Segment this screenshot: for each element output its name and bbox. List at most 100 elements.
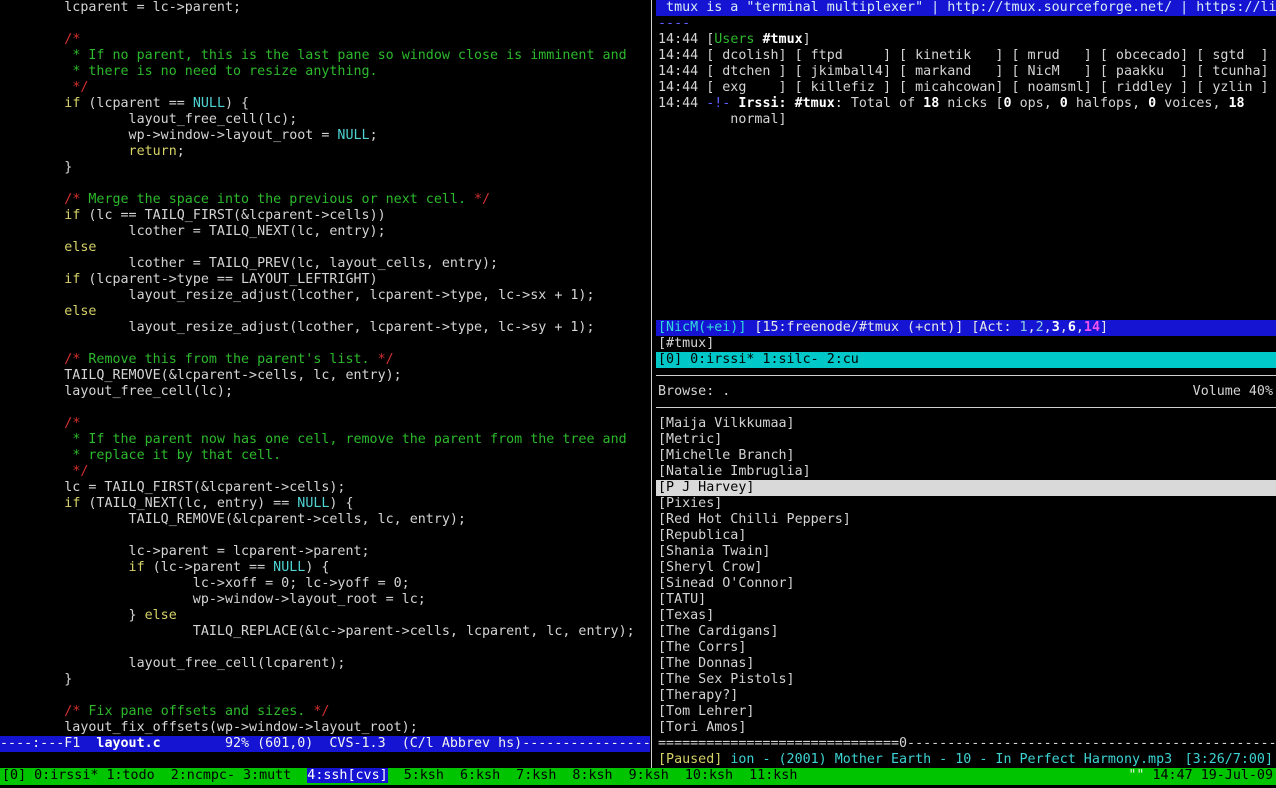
text-segment: 14:44 [ dcolish] [ ftpd ] [ kinetik ] [ …: [658, 48, 1269, 63]
text-segment: * If no parent, this is the last pane so…: [72, 48, 626, 63]
terminal-line: lc = TAILQ_FIRST(&lcparent->cells);: [0, 480, 650, 496]
text-segment: [0, 464, 72, 479]
emacs-pane[interactable]: lcparent = lc->parent; /* * If no parent…: [0, 0, 650, 768]
terminal-line: }: [0, 160, 650, 176]
pane-border-vertical[interactable]: [651, 0, 652, 768]
irssi-input-line[interactable]: [#tmux]: [656, 336, 1276, 352]
list-item-artist[interactable]: [The Corrs]: [656, 640, 1276, 656]
list-item-artist[interactable]: [Sinead O'Connor]: [656, 576, 1276, 592]
tmux-terminal-screen: lcparent = lc->parent; /* * If no parent…: [0, 0, 1276, 788]
list-item-artist[interactable]: [Tori Amos]: [656, 720, 1276, 736]
text-segment: 1: [1020, 320, 1028, 335]
text-segment: [Republica]: [658, 528, 746, 543]
list-item-artist[interactable]: [Red Hot Chilli Peppers]: [656, 512, 1276, 528]
terminal-line: if (lc->parent == NULL) {: [0, 560, 650, 576]
irssi-notice-line: 14:44 -!- Irssi: #tmux: Total of 18 nick…: [656, 96, 1276, 112]
terminal-line: /*: [0, 32, 650, 48]
terminal-line: /*: [0, 416, 650, 432]
list-item-artist[interactable]: [The Sex Pistols]: [656, 672, 1276, 688]
list-item-artist[interactable]: [Maija Vilkkumaa]: [656, 416, 1276, 432]
text-segment: ----:---F1: [0, 736, 96, 751]
text-segment: 0: [1004, 96, 1012, 111]
text-segment: ]: [1100, 320, 1108, 335]
text-segment: ,: [1076, 320, 1084, 335]
text-segment: [Pixies]: [658, 496, 722, 511]
terminal-line: TAILQ_REMOVE(&lcparent->cells, lc, entry…: [0, 512, 650, 528]
text-segment: [787, 96, 795, 111]
text-segment: 18: [1229, 96, 1245, 111]
list-item-artist[interactable]: [Texas]: [656, 608, 1276, 624]
pane-border-horizontal[interactable]: [656, 368, 1276, 384]
list-item-artist[interactable]: [Michelle Branch]: [656, 448, 1276, 464]
ncmpc-pane[interactable]: Browse: .Volume 40% [Maija Vilkkumaa][Met…: [656, 384, 1276, 768]
tmux-status-bar[interactable]: [0] 0:irssi* 1:todo 2:ncmpc- 3:mutt 4:ss…: [0, 768, 1276, 784]
ncmpc-status-line: [Paused] ion - (2001) Mother Earth - 10 …: [656, 752, 1276, 768]
text-segment: wp->window->layout_root = lc;: [0, 592, 426, 607]
emacs-minibuffer[interactable]: [0, 752, 650, 768]
text-segment: [0, 272, 64, 287]
text-segment: ) {: [329, 496, 353, 511]
text-segment: layout.c: [96, 736, 160, 751]
terminal-line: [656, 128, 1276, 144]
terminal-line: else: [0, 304, 650, 320]
text-segment: (TAILQ_NEXT(lc, entry) ==: [80, 496, 297, 511]
list-item-artist-selected[interactable]: [P J Harvey]: [656, 480, 1276, 496]
text-segment: if: [129, 560, 145, 575]
list-item-artist[interactable]: [Sheryl Crow]: [656, 560, 1276, 576]
text-segment: [Metric]: [658, 432, 722, 447]
list-item-artist[interactable]: [Metric]: [656, 432, 1276, 448]
tmux-window-list[interactable]: 5:ksh 6:ksh 7:ksh 8:ksh 9:ksh 10:ksh 11:…: [388, 768, 798, 783]
inner-tmux-statusbar[interactable]: [0] 0:irssi* 1:silc- 2:cu: [656, 352, 1276, 368]
list-item-artist[interactable]: [TATU]: [656, 592, 1276, 608]
text-segment: Users: [714, 32, 754, 47]
text-segment: 6: [1068, 320, 1076, 335]
text-segment: [NicM(+ei)]: [658, 320, 746, 335]
list-item-artist[interactable]: [The Donnas]: [656, 656, 1276, 672]
text-segment: [0, 416, 64, 431]
irssi-statusbar: [NicM(+ei)] [15:freenode/#tmux (+cnt)] […: [656, 320, 1276, 336]
text-segment: ) {: [305, 560, 329, 575]
terminal-line: [0, 640, 650, 656]
tmux-window-tab-current[interactable]: 4:ssh[cvs]: [307, 768, 387, 783]
text-segment: layout_resize_adjust(lcother, lcparent->…: [0, 288, 595, 303]
list-item-artist[interactable]: [Natalie Imbruglia]: [656, 464, 1276, 480]
text-segment: [0, 352, 64, 367]
terminal-line: * If the parent now has one cell, remove…: [0, 432, 650, 448]
tmux-window-list[interactable]: 0:irssi* 1:todo 2:ncmpc- 3:mutt: [34, 768, 307, 783]
terminal-line: [0, 176, 650, 192]
text-segment: tmux is a "terminal multiplexer" | http:…: [658, 0, 1276, 15]
irssi-nick-row: 14:44 [ dcolish] [ ftpd ] [ kinetik ] [ …: [656, 48, 1276, 64]
text-segment: ;: [370, 128, 378, 143]
terminal-line: else: [0, 240, 650, 256]
text-segment: 0: [1060, 96, 1068, 111]
text-segment: else: [64, 304, 96, 319]
text-segment: ) {: [225, 96, 249, 111]
text-segment: [Red Hot Chilli Peppers]: [658, 512, 851, 527]
text-segment: if: [64, 208, 80, 223]
terminal-line: [656, 240, 1276, 256]
text-segment: NULL: [273, 560, 305, 575]
terminal-line: if (TAILQ_NEXT(lc, entry) == NULL) {: [0, 496, 650, 512]
text-segment: [0, 432, 72, 447]
text-segment: 14:44 [ exg ] [ killefiz ] [ micahcowan]…: [658, 80, 1269, 95]
terminal-line: * there is no need to resize anything.: [0, 64, 650, 80]
text-segment: TAILQ_REMOVE(&lcparent->cells, lc, entry…: [0, 368, 402, 383]
text-segment: ==============================0---------…: [658, 736, 1276, 751]
list-item-artist[interactable]: [Republica]: [656, 528, 1276, 544]
text-segment: [0] 0:irssi* 1:silc- 2:cu: [658, 352, 859, 367]
ncmpc-status-line-right: [3:26/7:00]: [1185, 752, 1273, 768]
ncmpc-browse-header: Browse: .Volume 40%: [656, 384, 1276, 400]
ncmpc-progress-bar[interactable]: ==============================0---------…: [656, 736, 1276, 752]
text-segment: return: [129, 144, 177, 159]
list-item-artist[interactable]: [Tom Lehrer]: [656, 704, 1276, 720]
tmux-status-bar-right: "" 14:47 19-Jul-09: [1128, 768, 1273, 784]
list-item-artist[interactable]: [Shania Twain]: [656, 544, 1276, 560]
list-item-artist[interactable]: [The Cardigans]: [656, 624, 1276, 640]
tmux-status-bar-container[interactable]: [0] 0:irssi* 1:todo 2:ncmpc- 3:mutt 4:ss…: [0, 768, 1276, 785]
irssi-pane[interactable]: tmux is a "terminal multiplexer" | http:…: [656, 0, 1276, 368]
text-segment: /*: [64, 192, 80, 207]
list-item-artist[interactable]: [Therapy?]: [656, 688, 1276, 704]
text-segment: [0, 240, 64, 255]
text-segment: [0, 64, 72, 79]
list-item-artist[interactable]: [Pixies]: [656, 496, 1276, 512]
